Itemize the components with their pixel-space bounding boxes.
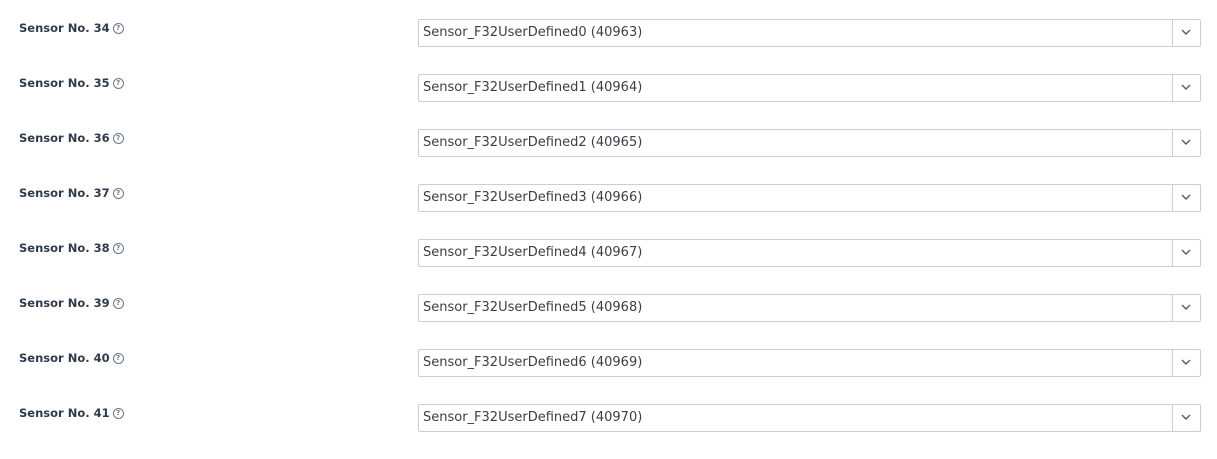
sensor-row-38: Sensor No. 38 ? Sensor_F32UserDefined4 (… <box>0 239 1217 294</box>
select-divider <box>1172 20 1173 46</box>
sensor-select-value: Sensor_F32UserDefined3 (40966) <box>423 190 643 205</box>
chevron-down-icon[interactable] <box>1181 192 1191 202</box>
sensor-select[interactable]: Sensor_F32UserDefined7 (40970) <box>418 404 1201 432</box>
chevron-down-icon[interactable] <box>1181 27 1191 37</box>
sensor-label-text: Sensor No. 41 <box>19 406 110 420</box>
sensor-row-34: Sensor No. 34 ? Sensor_F32UserDefined0 (… <box>0 19 1217 74</box>
select-divider <box>1172 405 1173 431</box>
sensor-select-value: Sensor_F32UserDefined7 (40970) <box>423 410 643 425</box>
sensor-select[interactable]: Sensor_F32UserDefined4 (40967) <box>418 239 1201 267</box>
sensor-row-35: Sensor No. 35 ? Sensor_F32UserDefined1 (… <box>0 74 1217 129</box>
sensor-row-37: Sensor No. 37 ? Sensor_F32UserDefined3 (… <box>0 184 1217 239</box>
chevron-down-icon[interactable] <box>1181 412 1191 422</box>
select-divider <box>1172 130 1173 156</box>
help-icon[interactable]: ? <box>112 352 124 364</box>
sensor-label: Sensor No. 35 ? <box>19 76 124 90</box>
sensor-select[interactable]: Sensor_F32UserDefined5 (40968) <box>418 294 1201 322</box>
chevron-down-icon[interactable] <box>1181 357 1191 367</box>
chevron-down-icon[interactable] <box>1181 247 1191 257</box>
sensor-select-value: Sensor_F32UserDefined4 (40967) <box>423 245 643 260</box>
sensor-label-text: Sensor No. 34 <box>19 21 110 35</box>
sensor-select[interactable]: Sensor_F32UserDefined0 (40963) <box>418 19 1201 47</box>
sensor-label-text: Sensor No. 39 <box>19 296 110 310</box>
sensor-label-text: Sensor No. 38 <box>19 241 110 255</box>
sensor-select-value: Sensor_F32UserDefined1 (40964) <box>423 80 643 95</box>
chevron-down-icon[interactable] <box>1181 137 1191 147</box>
sensor-select[interactable]: Sensor_F32UserDefined6 (40969) <box>418 349 1201 377</box>
sensor-select[interactable]: Sensor_F32UserDefined2 (40965) <box>418 129 1201 157</box>
sensor-select-value: Sensor_F32UserDefined6 (40969) <box>423 355 643 370</box>
help-icon[interactable]: ? <box>112 297 124 309</box>
select-divider <box>1172 240 1173 266</box>
help-icon[interactable]: ? <box>112 187 124 199</box>
select-divider <box>1172 185 1173 211</box>
chevron-down-icon[interactable] <box>1181 302 1191 312</box>
sensor-label: Sensor No. 37 ? <box>19 186 124 200</box>
sensor-label-text: Sensor No. 37 <box>19 186 110 200</box>
sensor-select[interactable]: Sensor_F32UserDefined1 (40964) <box>418 74 1201 102</box>
sensor-label-text: Sensor No. 35 <box>19 76 110 90</box>
select-divider <box>1172 295 1173 321</box>
sensor-label: Sensor No. 41 ? <box>19 406 124 420</box>
sensor-label-text: Sensor No. 40 <box>19 351 110 365</box>
sensor-row-39: Sensor No. 39 ? Sensor_F32UserDefined5 (… <box>0 294 1217 349</box>
sensor-row-41: Sensor No. 41 ? Sensor_F32UserDefined7 (… <box>0 404 1217 459</box>
sensor-label: Sensor No. 40 ? <box>19 351 124 365</box>
sensor-label: Sensor No. 39 ? <box>19 296 124 310</box>
sensor-select[interactable]: Sensor_F32UserDefined3 (40966) <box>418 184 1201 212</box>
help-icon[interactable]: ? <box>112 22 124 34</box>
sensor-label: Sensor No. 38 ? <box>19 241 124 255</box>
sensor-row-36: Sensor No. 36 ? Sensor_F32UserDefined2 (… <box>0 129 1217 184</box>
help-icon[interactable]: ? <box>112 132 124 144</box>
sensor-label: Sensor No. 36 ? <box>19 131 124 145</box>
sensor-select-value: Sensor_F32UserDefined2 (40965) <box>423 135 643 150</box>
sensor-label-text: Sensor No. 36 <box>19 131 110 145</box>
sensor-select-value: Sensor_F32UserDefined0 (40963) <box>423 25 643 40</box>
sensor-row-40: Sensor No. 40 ? Sensor_F32UserDefined6 (… <box>0 349 1217 404</box>
select-divider <box>1172 75 1173 101</box>
select-divider <box>1172 350 1173 376</box>
sensor-label: Sensor No. 34 ? <box>19 21 124 35</box>
help-icon[interactable]: ? <box>112 77 124 89</box>
help-icon[interactable]: ? <box>112 242 124 254</box>
chevron-down-icon[interactable] <box>1181 82 1191 92</box>
help-icon[interactable]: ? <box>112 407 124 419</box>
sensor-select-value: Sensor_F32UserDefined5 (40968) <box>423 300 643 315</box>
